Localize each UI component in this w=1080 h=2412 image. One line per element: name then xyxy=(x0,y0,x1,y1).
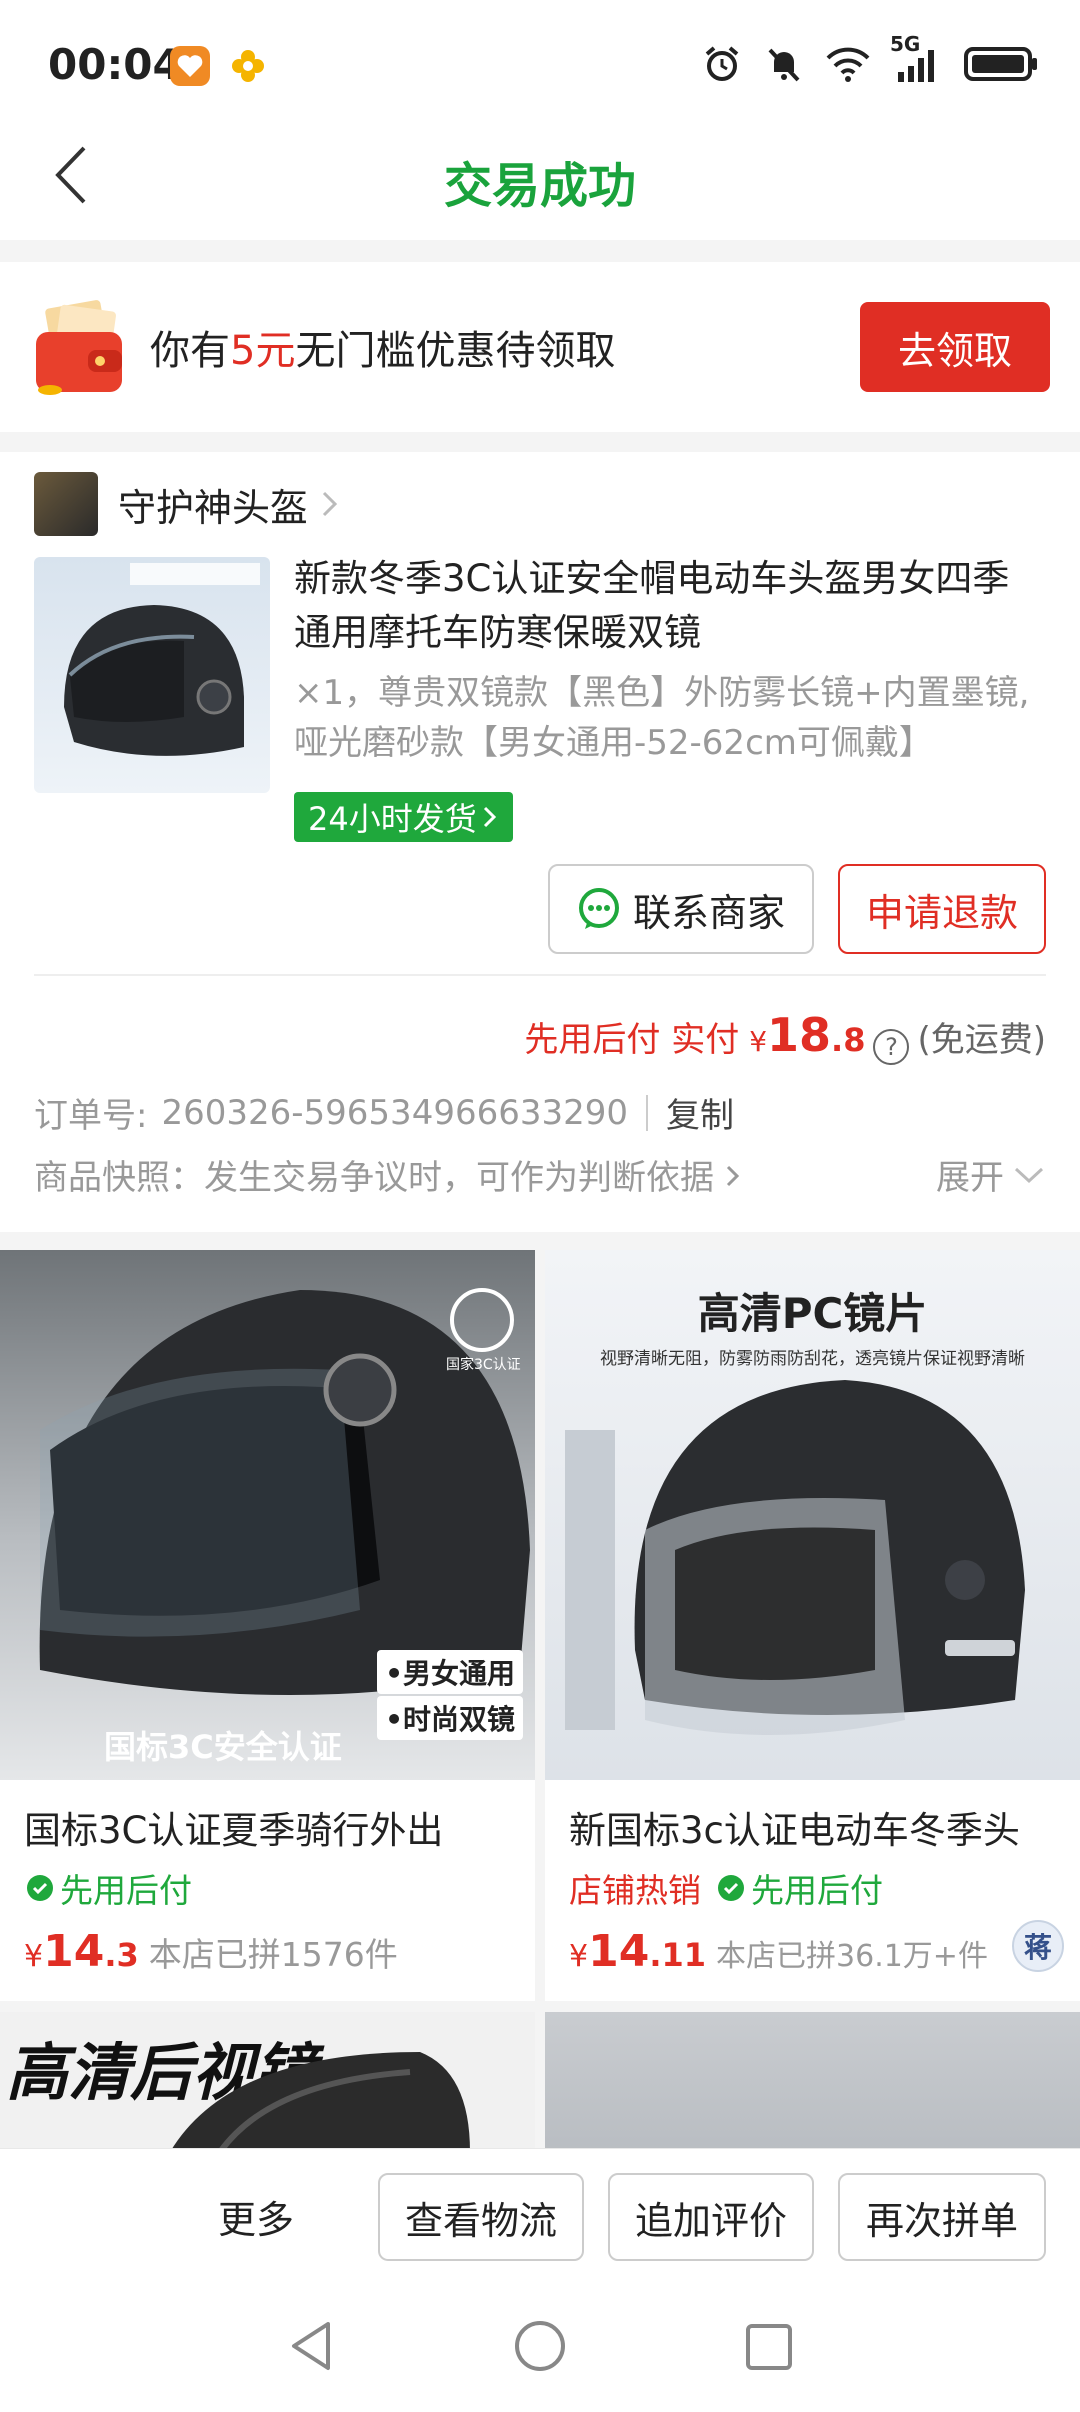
copy-button[interactable]: 复制 xyxy=(666,1088,734,1137)
coupon-text: 你有5元无门槛优惠待领取 xyxy=(150,328,616,374)
pay-later-tag: 先用后付 xyxy=(715,1864,883,1912)
shield-check-icon xyxy=(27,1875,53,1901)
page-title: 交易成功 xyxy=(443,158,636,214)
coupon-amount: 5元 xyxy=(230,328,296,374)
shop-link[interactable]: 守护神头盔 xyxy=(34,472,340,536)
product-card-image xyxy=(545,2012,1080,2152)
network-label: 5G xyxy=(890,32,921,56)
shop-avatar xyxy=(34,472,98,536)
status-time: 00:04 xyxy=(48,40,182,89)
view-logistics-button[interactable]: 查看物流 xyxy=(378,2173,584,2261)
sold-count: 本店已拼1576件 xyxy=(148,1935,398,1974)
recents-square-icon[interactable] xyxy=(742,2318,796,2374)
mute-icon xyxy=(768,48,800,82)
shop-name: 守护神头盔 xyxy=(118,485,309,530)
snapshot-link[interactable]: 商品快照：发生交易争议时，可作为判断依据 xyxy=(34,1150,741,1199)
help-icon[interactable]: ? xyxy=(873,1029,910,1065)
chevron-right-icon xyxy=(483,806,496,828)
pay-amount: 18 xyxy=(767,1008,832,1062)
home-circle-icon[interactable] xyxy=(512,2318,568,2374)
product-card-title: 国标3C认证夏季骑行外出 xyxy=(24,1809,444,1852)
order-number-row: 订单号: 260326-596534966633290 复制 xyxy=(34,1088,734,1137)
chevron-right-icon xyxy=(322,491,338,517)
app-flower-icon xyxy=(228,46,268,86)
chevron-right-icon xyxy=(726,1165,739,1187)
alarm-icon xyxy=(705,46,739,81)
back-triangle-icon[interactable] xyxy=(284,2318,338,2374)
buyer-avatar: 蒋 xyxy=(1012,1920,1064,1972)
bottom-action-bar: 更多 查看物流 追加评价 再次拼单 xyxy=(0,2148,1080,2280)
product-card[interactable]: 国家3C认证 •男女通用 •时尚双镜 国标3C安全认证 国标3C认证夏季骑行外出… xyxy=(0,1250,535,2001)
expand-button[interactable]: 展开 xyxy=(936,1150,1046,1199)
product-card-image: 国家3C认证 •男女通用 •时尚双镜 国标3C安全认证 xyxy=(0,1250,535,1780)
wallet-icon xyxy=(34,298,126,398)
order-card: 守护神头盔 新款冬季3C认证安全帽电动车头盔男女四季通用摩托车防寒保暖双镜 ×1… xyxy=(0,452,1080,1232)
product-card[interactable]: 高清PC镜片 视野清晰无阻，防雾防雨防刮花，透亮镜片保证视野清晰 新国标3c认证… xyxy=(545,1250,1080,2001)
pay-later-tag: 先用后付 xyxy=(24,1864,192,1912)
product-card-image: 高清后视镜 xyxy=(0,2012,535,2152)
product-title[interactable]: 新款冬季3C认证安全帽电动车头盔男女四季通用摩托车防寒保暖双镜 xyxy=(294,552,1034,660)
image-caption: 国标3C安全认证 xyxy=(104,1728,342,1766)
shipping-badge: 24小时发货 xyxy=(294,792,513,842)
payment-summary: 先用后付 实付 ¥ 18 .8 ? (免运费) xyxy=(524,1008,1046,1065)
claim-coupon-button[interactable]: 去领取 xyxy=(860,302,1050,392)
product-spec: ×1，尊贵双镜款【黑色】外防雾长镜+内置墨镜,哑光磨砂款【男女通用-52-62c… xyxy=(294,673,1030,763)
image-badge: •时尚双镜 xyxy=(377,1696,523,1740)
image-badge: •男女通用 xyxy=(377,1650,523,1694)
sold-count: 本店已拼36.1万+件 xyxy=(716,1939,988,1974)
system-nav-bar xyxy=(0,2280,1080,2412)
reorder-button[interactable]: 再次拼单 xyxy=(838,2173,1046,2261)
divider xyxy=(34,974,1046,976)
product-card-title: 新国标3c认证电动车冬季头 xyxy=(569,1809,1020,1852)
page-header: 交易成功 xyxy=(0,110,1080,240)
contact-seller-button[interactable]: 联系商家 xyxy=(548,864,814,954)
order-number: 260326-596534966633290 xyxy=(161,1092,629,1133)
chevron-down-icon xyxy=(1014,1167,1044,1183)
shield-check-icon xyxy=(718,1875,744,1901)
add-review-button[interactable]: 追加评价 xyxy=(608,2173,814,2261)
product-image[interactable] xyxy=(34,557,270,793)
more-button[interactable]: 更多 xyxy=(218,2189,294,2244)
refund-button[interactable]: 申请退款 xyxy=(838,864,1046,954)
product-card-tags: 店铺热销 先用后付 xyxy=(545,1854,1080,1912)
product-card-price: ¥ 14 .3 本店已拼1576件 xyxy=(24,1926,398,1977)
chat-icon xyxy=(578,888,619,929)
hot-sale-tag: 店铺热销 xyxy=(569,1871,701,1910)
app-orange-heart-icon xyxy=(170,46,210,86)
product-card[interactable] xyxy=(545,2012,1080,2152)
product-card-price: ¥ 14 .11 本店已拼36.1万+件 蒋 xyxy=(545,1912,1080,2001)
image-logo-text: 国家3C认证 xyxy=(446,1357,521,1373)
coupon-banner: 你有5元无门槛优惠待领取 去领取 xyxy=(0,262,1080,432)
battery-icon xyxy=(964,47,1037,81)
product-card-image: 高清PC镜片 视野清晰无阻，防雾防雨防刮花，透亮镜片保证视野清晰 xyxy=(545,1250,1080,1780)
product-card-tags: 先用后付 xyxy=(0,1854,535,1912)
wifi-icon xyxy=(826,47,870,82)
signal-icon: 5G xyxy=(890,32,942,84)
product-card[interactable]: 高清后视镜 xyxy=(0,2012,535,2152)
